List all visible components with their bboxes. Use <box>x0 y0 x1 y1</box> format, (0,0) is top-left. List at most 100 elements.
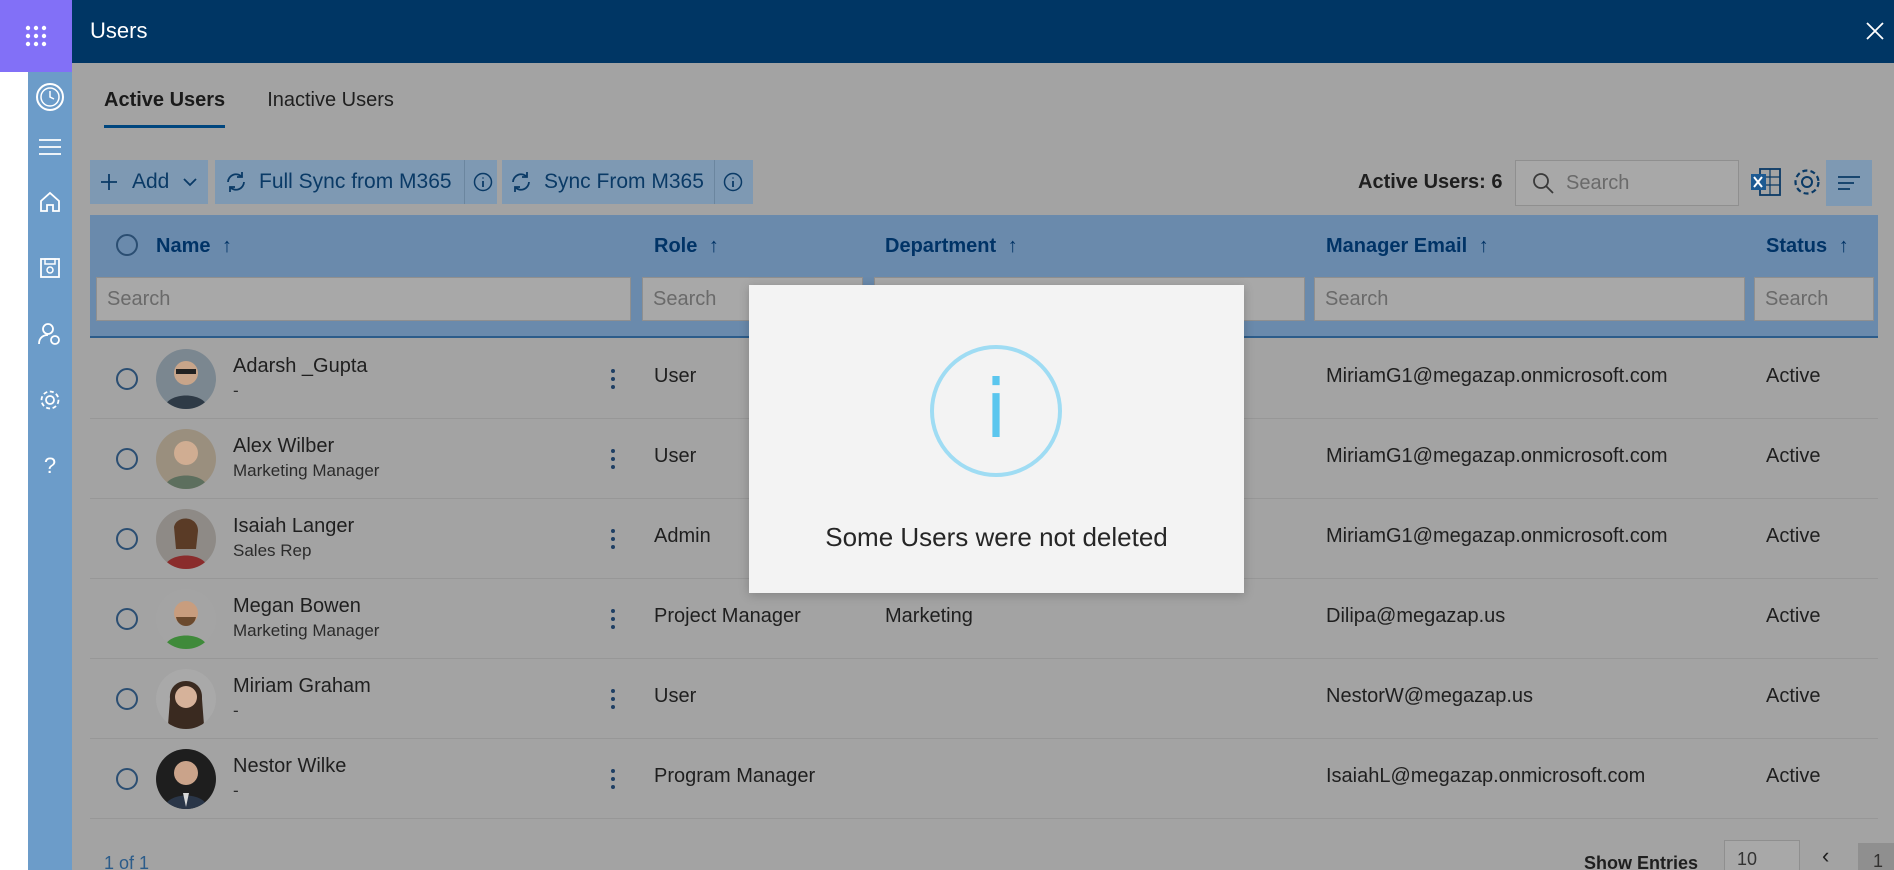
sort-arrow-icon: ↑ <box>1838 235 1849 257</box>
table-row[interactable]: Nestor Wilke - Program Manager IsaiahL@m… <box>90 739 1878 819</box>
tab-inactive-users[interactable]: Inactive Users <box>267 83 394 128</box>
avatar <box>156 669 216 729</box>
row-select-radio[interactable] <box>116 608 138 630</box>
user-role: User <box>654 445 697 467</box>
left-margin <box>0 0 28 870</box>
sidebar-item-user-settings[interactable] <box>28 312 72 356</box>
tab-bar: Active Users Inactive Users <box>104 83 436 128</box>
user-manager-email: MiriamG1@megazap.onmicrosoft.com <box>1326 445 1668 467</box>
active-users-count: Active Users: 6 <box>1358 171 1503 193</box>
avatar <box>156 749 216 809</box>
more-options-icon[interactable] <box>610 687 616 711</box>
row-select-radio[interactable] <box>116 528 138 550</box>
sidebar-item-menu[interactable] <box>28 125 72 169</box>
user-department: Marketing <box>885 605 973 627</box>
sort-arrow-icon: ↑ <box>222 235 233 257</box>
sync-icon <box>512 172 530 192</box>
user-status: Active <box>1766 445 1821 467</box>
more-options-icon[interactable] <box>610 367 616 391</box>
more-options-icon[interactable] <box>610 607 616 631</box>
plus-icon <box>101 174 117 190</box>
column-label: Role <box>654 235 698 257</box>
user-manager-email: MiriamG1@megazap.onmicrosoft.com <box>1326 365 1668 387</box>
user-name[interactable]: Nestor Wilke <box>233 755 346 778</box>
user-name[interactable]: Megan Bowen <box>233 595 361 618</box>
row-select-radio[interactable] <box>116 368 138 390</box>
full-sync-button[interactable]: Full Sync from M365 <box>215 160 497 204</box>
full-sync-label: Full Sync from M365 <box>259 170 452 193</box>
sync-button[interactable]: Sync From M365 <box>502 160 753 204</box>
sidebar-item-home[interactable] <box>28 180 72 224</box>
info-icon-glyph: i <box>984 363 1008 456</box>
page-number[interactable]: 1 <box>1858 843 1894 870</box>
user-name[interactable]: Isaiah Langer <box>233 515 354 538</box>
user-name[interactable]: Miriam Graham <box>233 675 371 698</box>
add-button[interactable]: Add <box>90 160 208 204</box>
sidebar-item-settings[interactable] <box>28 378 72 422</box>
search-placeholder: Search <box>1566 171 1630 194</box>
row-select-radio[interactable] <box>116 688 138 710</box>
settings-button[interactable] <box>1788 163 1826 201</box>
entries-select[interactable]: 10 <box>1724 840 1800 870</box>
app-header: Users <box>72 0 1894 63</box>
user-settings-icon <box>38 323 60 345</box>
user-role: Admin <box>654 525 711 547</box>
user-title: - <box>233 781 239 800</box>
sidebar-item-save[interactable] <box>28 246 72 290</box>
column-manager-email-header[interactable]: Manager Email ↑ <box>1326 235 1489 258</box>
clock-icon <box>36 83 64 111</box>
column-department-header[interactable]: Department ↑ <box>885 235 1018 258</box>
help-icon: ? <box>43 453 57 478</box>
select-all-radio[interactable] <box>116 234 138 256</box>
column-status-header[interactable]: Status ↑ <box>1766 235 1849 258</box>
sort-arrow-icon: ↑ <box>1478 235 1489 257</box>
sort-arrow-icon: ↑ <box>1007 235 1018 257</box>
column-label: Manager Email <box>1326 235 1468 257</box>
column-name-header[interactable]: Name ↑ <box>156 235 232 258</box>
save-disk-icon <box>40 258 60 278</box>
user-title: Marketing Manager <box>233 621 380 640</box>
info-icon[interactable] <box>723 172 743 192</box>
excel-icon <box>1751 168 1781 196</box>
manager-email-filter-input[interactable]: Search <box>1314 277 1745 321</box>
user-title: - <box>233 381 239 400</box>
user-title: Marketing Manager <box>233 461 380 480</box>
column-role-header[interactable]: Role ↑ <box>654 235 719 258</box>
row-select-radio[interactable] <box>116 768 138 790</box>
search-input[interactable]: Search <box>1515 160 1739 206</box>
user-role: User <box>654 685 697 707</box>
user-role: Project Manager <box>654 605 801 627</box>
row-select-radio[interactable] <box>116 448 138 470</box>
gear-icon <box>1794 169 1820 195</box>
export-excel-button[interactable] <box>1747 163 1785 201</box>
info-icon[interactable] <box>473 172 493 192</box>
app-launcher-button[interactable] <box>0 0 72 72</box>
search-icon <box>1533 173 1554 194</box>
page-title: Users <box>90 18 148 43</box>
gear-icon <box>40 390 60 410</box>
more-options-icon[interactable] <box>610 527 616 551</box>
sidebar-item-help[interactable]: ? <box>28 444 72 488</box>
column-label: Department <box>885 235 997 257</box>
user-name[interactable]: Adarsh _Gupta <box>233 355 368 378</box>
sync-label: Sync From M365 <box>544 170 704 193</box>
column-label: Name <box>156 235 211 257</box>
table-row[interactable]: Miriam Graham - User NestorW@megazap.us … <box>90 659 1878 739</box>
user-manager-email: MiriamG1@megazap.onmicrosoft.com <box>1326 525 1668 547</box>
close-button[interactable] <box>1856 12 1894 50</box>
user-manager-email: Dilipa@megazap.us <box>1326 605 1506 627</box>
hamburger-icon <box>39 139 61 155</box>
prev-page-button[interactable]: ‹ <box>1822 843 1829 869</box>
list-view-button[interactable] <box>1826 160 1872 206</box>
sidebar-item-clock[interactable] <box>28 75 72 119</box>
more-options-icon[interactable] <box>610 767 616 791</box>
tab-active-users[interactable]: Active Users <box>104 83 226 128</box>
avatar <box>156 509 216 569</box>
user-manager-email: NestorW@megazap.us <box>1326 685 1534 707</box>
list-view-icon <box>1838 176 1860 190</box>
avatar <box>156 589 216 649</box>
status-filter-input[interactable]: Search <box>1754 277 1874 321</box>
name-filter-input[interactable]: Search <box>96 277 631 321</box>
more-options-icon[interactable] <box>610 447 616 471</box>
user-name[interactable]: Alex Wilber <box>233 435 334 458</box>
